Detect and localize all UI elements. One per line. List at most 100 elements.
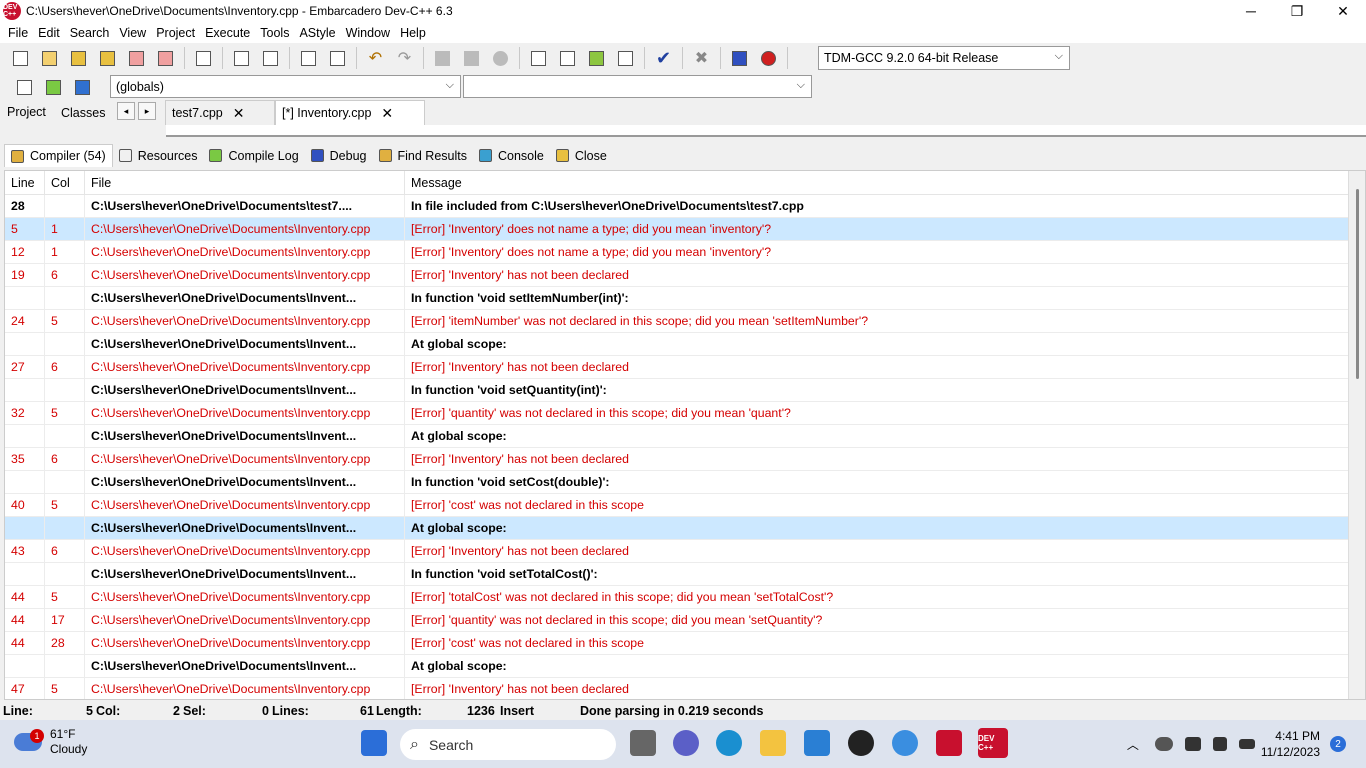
table-row[interactable]: C:\Users\hever\OneDrive\Documents\Invent… bbox=[5, 424, 1350, 448]
new-file-button[interactable] bbox=[9, 46, 33, 70]
table-row[interactable]: 32 5 C:\Users\hever\OneDrive\Documents\Inv… bbox=[5, 401, 1350, 425]
member-select[interactable]: ⌵ bbox=[463, 75, 812, 98]
file-explorer-icon[interactable] bbox=[760, 730, 786, 756]
forward-button[interactable] bbox=[460, 46, 484, 70]
close-tab-icon[interactable]: ✕ bbox=[381, 105, 393, 122]
toggle-comment-button[interactable] bbox=[489, 46, 513, 70]
profile-button[interactable] bbox=[728, 46, 752, 70]
scope-select[interactable]: (globals) ⌵ bbox=[110, 75, 461, 98]
toggle-bookmark-button[interactable] bbox=[42, 75, 66, 99]
task-view-icon[interactable] bbox=[630, 730, 656, 756]
devcpp-taskbar-icon[interactable]: DEV C++ bbox=[978, 728, 1008, 758]
menu-file[interactable]: File bbox=[3, 26, 33, 40]
tab-resources[interactable]: Resources bbox=[113, 144, 204, 167]
table-row[interactable]: 24 5 C:\Users\hever\OneDrive\Documents\Inv… bbox=[5, 309, 1350, 333]
editor-area[interactable] bbox=[166, 125, 1366, 137]
tab-compile-log[interactable]: Compile Log bbox=[203, 144, 304, 167]
tab-classes[interactable]: Classes bbox=[56, 102, 110, 124]
tab-console[interactable]: Console bbox=[473, 144, 550, 167]
compiler-messages-grid[interactable]: Line Col File Message 28 C:\Users\hever\O… bbox=[4, 170, 1366, 700]
help-icon[interactable] bbox=[892, 730, 918, 756]
table-row[interactable]: C:\Users\hever\OneDrive\Documents\Invent… bbox=[5, 470, 1350, 494]
chevron-up-icon[interactable]: ︿ bbox=[1127, 736, 1139, 753]
stop-button[interactable]: ✖ bbox=[690, 46, 714, 70]
table-row[interactable]: C:\Users\hever\OneDrive\Documents\Invent… bbox=[5, 378, 1350, 402]
table-row[interactable]: 19 6 C:\Users\hever\OneDrive\Documents\Inv… bbox=[5, 263, 1350, 287]
table-row[interactable]: 47 5 C:\Users\hever\OneDrive\Documents\Inv… bbox=[5, 677, 1350, 699]
wifi-icon[interactable] bbox=[1184, 737, 1201, 751]
vertical-scrollbar[interactable] bbox=[1348, 171, 1365, 699]
menu-execute[interactable]: Execute bbox=[200, 26, 255, 40]
goto-bookmark-button[interactable] bbox=[71, 75, 95, 99]
tab-debug[interactable]: Debug bbox=[305, 144, 373, 167]
microsoft-store-icon[interactable] bbox=[804, 730, 830, 756]
tab-scroll-left-button[interactable]: ◂ bbox=[117, 102, 135, 120]
table-row[interactable]: C:\Users\hever\OneDrive\Documents\Invent… bbox=[5, 286, 1350, 310]
volume-icon[interactable] bbox=[1212, 737, 1227, 751]
table-row[interactable]: 43 6 C:\Users\hever\OneDrive\Documents\Inv… bbox=[5, 539, 1350, 563]
table-row[interactable]: 40 5 C:\Users\hever\OneDrive\Documents\Inv… bbox=[5, 493, 1350, 517]
header-line[interactable]: Line bbox=[5, 171, 45, 195]
notification-badge[interactable]: 2 bbox=[1330, 736, 1346, 752]
close-all-button[interactable] bbox=[154, 46, 178, 70]
print-button[interactable] bbox=[192, 46, 216, 70]
redo-button[interactable]: ↷ bbox=[393, 46, 417, 70]
table-row[interactable]: C:\Users\hever\OneDrive\Documents\Invent… bbox=[5, 654, 1350, 678]
tab-close-panel[interactable]: Close bbox=[550, 144, 613, 167]
table-row[interactable]: 44 17 C:\Users\hever\OneDrive\Documents\In… bbox=[5, 608, 1350, 632]
minimize-button[interactable]: ─ bbox=[1228, 0, 1274, 22]
start-windows-icon[interactable] bbox=[361, 730, 387, 756]
table-row[interactable]: 44 5 C:\Users\hever\OneDrive\Documents\Inv… bbox=[5, 585, 1350, 609]
replace-button[interactable] bbox=[259, 46, 283, 70]
save-all-button[interactable] bbox=[96, 46, 120, 70]
tab-scroll-right-button[interactable]: ▸ bbox=[138, 102, 156, 120]
table-row[interactable]: C:\Users\hever\OneDrive\Documents\Invent… bbox=[5, 516, 1350, 540]
close-tab-icon[interactable]: ✕ bbox=[233, 105, 245, 122]
debug-toolbar-button[interactable] bbox=[757, 46, 781, 70]
table-row[interactable]: 28 C:\Users\hever\OneDrive\Documents\test… bbox=[5, 194, 1350, 218]
header-message[interactable]: Message bbox=[405, 171, 1350, 195]
tab-find-results[interactable]: Find Results bbox=[373, 144, 473, 167]
table-row[interactable]: 27 6 C:\Users\hever\OneDrive\Documents\Inv… bbox=[5, 355, 1350, 379]
close-file-button[interactable] bbox=[125, 46, 149, 70]
table-row[interactable]: 12 1 C:\Users\hever\OneDrive\Documents\Inv… bbox=[5, 240, 1350, 264]
check-syntax-button[interactable]: ✔ bbox=[652, 46, 676, 70]
menu-edit[interactable]: Edit bbox=[33, 26, 65, 40]
menu-view[interactable]: View bbox=[114, 26, 151, 40]
menu-tools[interactable]: Tools bbox=[255, 26, 294, 40]
table-row[interactable]: C:\Users\hever\OneDrive\Documents\Invent… bbox=[5, 332, 1350, 356]
back-button[interactable] bbox=[431, 46, 455, 70]
tab-project[interactable]: Project bbox=[2, 101, 51, 123]
close-window-button[interactable]: ✕ bbox=[1320, 0, 1366, 22]
battery-icon[interactable] bbox=[1238, 739, 1255, 749]
clock[interactable]: 4:41 PM 11/12/2023 bbox=[1261, 728, 1320, 760]
insert-button[interactable] bbox=[13, 75, 37, 99]
table-row[interactable]: 44 28 C:\Users\hever\OneDrive\Documents\In… bbox=[5, 631, 1350, 655]
scrollbar-thumb[interactable] bbox=[1356, 189, 1359, 379]
header-file[interactable]: File bbox=[85, 171, 405, 195]
table-row[interactable]: 35 6 C:\Users\hever\OneDrive\Documents\Inv… bbox=[5, 447, 1350, 471]
weather-widget[interactable]: 1 61°F Cloudy bbox=[14, 727, 87, 757]
save-button[interactable] bbox=[67, 46, 91, 70]
header-col[interactable]: Col bbox=[45, 171, 85, 195]
file-tab-inventory[interactable]: [*] Inventory.cpp ✕ bbox=[275, 100, 425, 125]
onedrive-icon[interactable] bbox=[1154, 737, 1173, 751]
menu-window[interactable]: Window bbox=[341, 26, 395, 40]
tile-button[interactable] bbox=[527, 46, 551, 70]
find-button[interactable] bbox=[230, 46, 254, 70]
goto-line-button[interactable] bbox=[297, 46, 321, 70]
table-row[interactable]: C:\Users\hever\OneDrive\Documents\Invent… bbox=[5, 562, 1350, 586]
tab-compiler[interactable]: Compiler (54) bbox=[4, 144, 113, 167]
menu-astyle[interactable]: AStyle bbox=[294, 26, 340, 40]
menu-help[interactable]: Help bbox=[395, 26, 431, 40]
class-browser-button[interactable] bbox=[614, 46, 638, 70]
indent-button[interactable] bbox=[326, 46, 350, 70]
undo-button[interactable]: ↶ bbox=[364, 46, 388, 70]
app-icon[interactable] bbox=[848, 730, 874, 756]
table-row[interactable]: 5 1 C:\Users\hever\OneDrive\Documents\Inve… bbox=[5, 217, 1350, 241]
edge-icon[interactable] bbox=[716, 730, 742, 756]
compiler-select[interactable]: TDM-GCC 9.2.0 64-bit Release ⌵ bbox=[818, 46, 1070, 70]
full-screen-button[interactable] bbox=[556, 46, 580, 70]
menu-search[interactable]: Search bbox=[65, 26, 115, 40]
mcafee-icon[interactable] bbox=[936, 730, 962, 756]
